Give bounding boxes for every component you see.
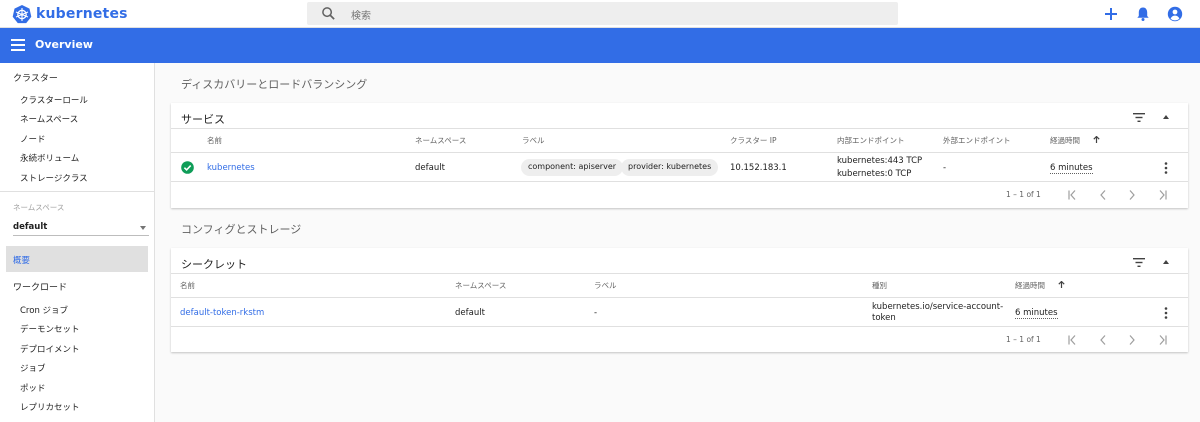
first-page-icon[interactable] — [1067, 334, 1079, 346]
sidebar-item-deployments[interactable]: デプロイメント — [20, 343, 80, 355]
kubernetes-logo-icon[interactable] — [12, 4, 32, 24]
previous-page-icon[interactable] — [1097, 189, 1109, 201]
card-title-services: サービス — [181, 113, 225, 126]
sidebar-divider — [0, 191, 154, 192]
secret-namespace: default — [455, 308, 485, 318]
first-page-icon[interactable] — [1067, 189, 1079, 201]
label-chip: provider: kubernetes — [621, 159, 719, 176]
column-header-name: 名前 — [180, 281, 195, 290]
service-name-link[interactable]: kubernetes — [207, 163, 255, 173]
service-namespace: default — [415, 163, 445, 173]
secret-labels: - — [594, 308, 598, 318]
divider — [171, 326, 1188, 327]
sidebar-heading-workloads[interactable]: ワークロード — [13, 280, 67, 293]
add-icon[interactable] — [1103, 6, 1119, 22]
divider — [171, 181, 1188, 182]
sidebar-item-jobs[interactable]: ジョブ — [20, 362, 46, 374]
column-header-age[interactable]: 経過時間 — [1015, 280, 1045, 291]
secret-name-link[interactable]: default-token-rkstm — [180, 308, 264, 318]
sidebar-item-overview[interactable]: 概要 — [6, 246, 148, 272]
column-header-age[interactable]: 経過時間 — [1050, 135, 1080, 146]
column-header-labels: ラベル — [522, 136, 545, 145]
more-vert-icon[interactable] — [1164, 162, 1168, 174]
secret-age[interactable]: 6 minutes — [1015, 308, 1058, 319]
filter-icon[interactable] — [1133, 113, 1145, 122]
column-header-internal-endpoints: 内部エンドポイント — [837, 136, 905, 145]
sidebar-heading-cluster[interactable]: クラスター — [13, 71, 58, 84]
pagination-range: 1 – 1 of 1 — [1006, 335, 1041, 344]
last-page-icon[interactable] — [1156, 189, 1168, 201]
divider — [171, 273, 1188, 274]
internal-endpoint: kubernetes:0 TCP — [837, 169, 912, 179]
top-app-bar: kubernetes 検索 — [0, 0, 1200, 28]
next-page-icon[interactable] — [1126, 189, 1138, 201]
more-vert-icon[interactable] — [1164, 307, 1168, 319]
column-header-cluster-ip: クラスター IP — [730, 136, 777, 145]
sidebar-item-persistent-volumes[interactable]: 永続ボリューム — [20, 152, 79, 164]
column-header-type: 種別 — [872, 281, 887, 290]
sort-arrow-icon[interactable] — [1093, 136, 1100, 143]
column-header-namespace: ネームスペース — [415, 136, 467, 145]
collapse-icon[interactable] — [1163, 260, 1169, 264]
sort-arrow-icon[interactable] — [1058, 281, 1065, 288]
secret-type: token — [872, 313, 896, 323]
sidebar-item-cron-jobs[interactable]: Cron ジョブ — [20, 304, 68, 316]
notifications-icon[interactable] — [1135, 6, 1151, 22]
column-header-labels: ラベル — [594, 281, 617, 290]
column-header-namespace: ネームスペース — [455, 281, 507, 290]
section-title-discovery: ディスカバリーとロードバランシング — [181, 78, 368, 91]
last-page-icon[interactable] — [1156, 334, 1168, 346]
collapse-icon[interactable] — [1163, 115, 1169, 119]
internal-endpoint: kubernetes:443 TCP — [837, 156, 923, 166]
divider — [171, 152, 1188, 153]
sidebar-item-pods[interactable]: ポッド — [20, 382, 46, 394]
label-chip: component: apiserver — [521, 159, 624, 176]
filter-icon[interactable] — [1133, 258, 1145, 267]
sidebar-item-overview-label: 概要 — [13, 256, 31, 266]
sidebar-item-nodes[interactable]: ノード — [20, 133, 46, 145]
pagination-range: 1 – 1 of 1 — [1006, 190, 1041, 199]
secrets-card: シークレット 名前 ネームスペース ラベル 種別 経過時間 default-to… — [171, 248, 1188, 352]
column-header-name: 名前 — [207, 136, 222, 145]
sidebar-item-daemon-sets[interactable]: デーモンセット — [20, 323, 80, 335]
divider — [171, 128, 1188, 129]
brand-name[interactable]: kubernetes — [36, 6, 128, 22]
card-title-secrets: シークレット — [181, 258, 247, 271]
search-bar[interactable]: 検索 — [307, 2, 898, 25]
service-cluster-ip: 10.152.183.1 — [730, 163, 787, 173]
account-icon[interactable] — [1167, 6, 1183, 22]
previous-page-icon[interactable] — [1097, 334, 1109, 346]
search-icon — [322, 7, 335, 20]
secret-type: kubernetes.io/service-account- — [872, 302, 1004, 312]
sidebar-item-replica-sets[interactable]: レプリカセット — [20, 401, 80, 413]
divider — [171, 297, 1188, 298]
page-toolbar: Overview — [0, 28, 1200, 63]
namespace-selector-value: default — [13, 222, 48, 232]
sidebar-item-namespaces[interactable]: ネームスペース — [20, 113, 78, 125]
service-age[interactable]: 6 minutes — [1050, 163, 1093, 174]
namespace-selector-label: ネームスペース — [13, 203, 65, 212]
next-page-icon[interactable] — [1126, 334, 1138, 346]
column-header-external-endpoints: 外部エンドポイント — [943, 136, 1011, 145]
external-endpoint: - — [943, 163, 947, 173]
services-card: サービス 名前 ネームスペース ラベル クラスター IP 内部エンドポイント 外… — [171, 103, 1188, 208]
menu-icon[interactable] — [11, 39, 25, 51]
status-ok-icon — [181, 161, 194, 174]
sidebar-item-cluster-roles[interactable]: クラスターロール — [20, 94, 88, 106]
dropdown-arrow-icon — [140, 226, 146, 230]
namespace-selector[interactable]: default — [13, 220, 149, 236]
section-title-config: コンフィグとストレージ — [181, 223, 302, 236]
search-input[interactable]: 検索 — [351, 7, 371, 22]
sidebar: クラスター クラスターロール ネームスペース ノード 永続ボリューム ストレージ… — [0, 63, 155, 422]
page-title: Overview — [35, 38, 93, 51]
sidebar-item-storage-classes[interactable]: ストレージクラス — [20, 172, 88, 184]
